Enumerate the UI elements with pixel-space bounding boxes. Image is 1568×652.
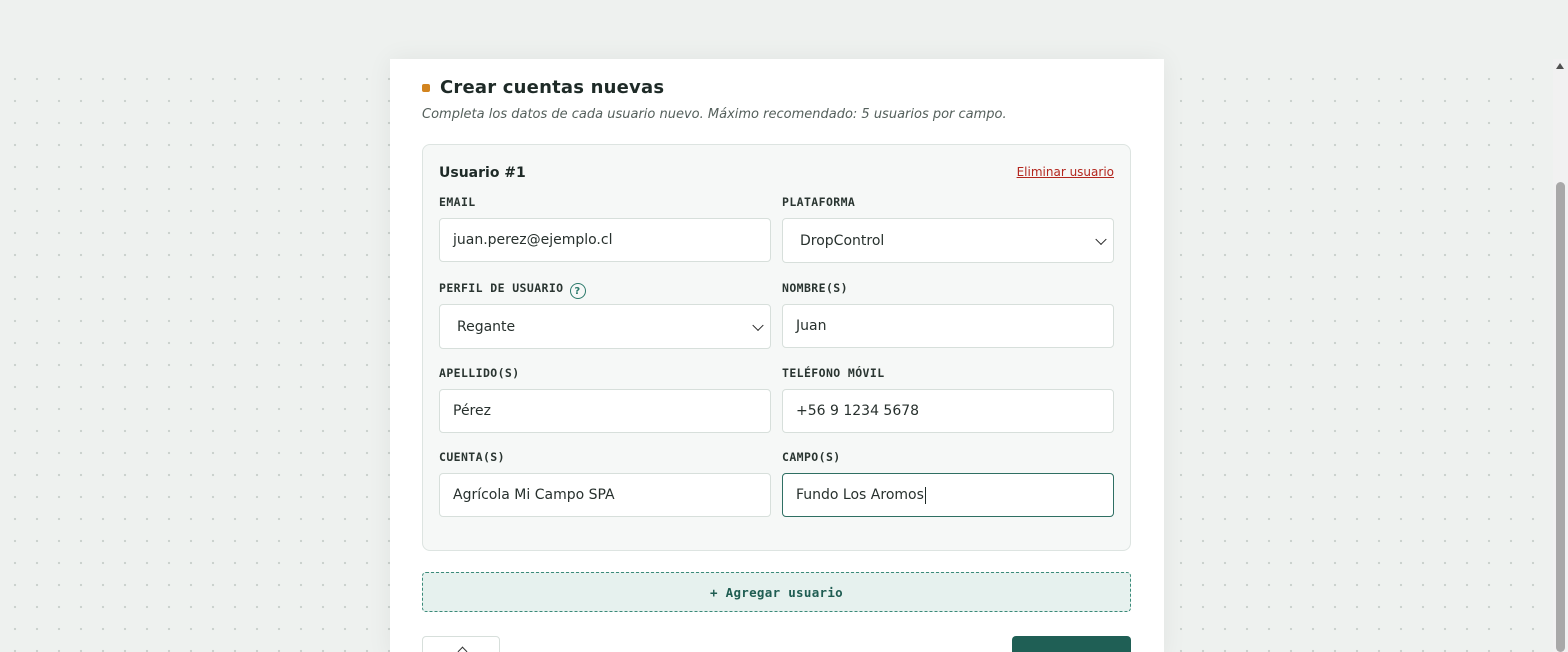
lastname-value: Pérez	[453, 403, 491, 419]
back-button[interactable]	[422, 636, 500, 652]
section-title: Crear cuentas nuevas	[440, 77, 665, 98]
user-heading: Usuario #1	[439, 165, 526, 181]
text-caret	[924, 486, 926, 504]
lastname-input[interactable]: Pérez	[439, 389, 771, 433]
account-label: CUENTA(S)	[439, 450, 505, 464]
email-field-group: EMAIL juan.perez@ejemplo.cl	[439, 194, 771, 262]
phone-input[interactable]: +56 9 1234 5678	[782, 389, 1114, 433]
account-value: Agrícola Mi Campo SPA	[453, 487, 615, 503]
name-input[interactable]: Juan	[782, 304, 1114, 348]
phone-field-group: TELÉFONO MÓVIL +56 9 1234 5678	[782, 365, 1114, 433]
section-header: Crear cuentas nuevas	[422, 77, 664, 98]
scrollbar[interactable]	[1553, 59, 1568, 652]
scroll-up-icon[interactable]	[1556, 63, 1564, 69]
account-input[interactable]: Agrícola Mi Campo SPA	[439, 473, 771, 517]
lastname-field-group: APELLIDO(S) Pérez	[439, 365, 771, 433]
field-value: Fundo Los Aromos	[796, 487, 924, 503]
name-field-group: NOMBRE(S) Juan	[782, 280, 1114, 348]
account-field-group: CUENTA(S) Agrícola Mi Campo SPA	[439, 449, 771, 517]
submit-button[interactable]	[1012, 636, 1131, 652]
field-input[interactable]: Fundo Los Aromos	[782, 473, 1114, 517]
email-input[interactable]: juan.perez@ejemplo.cl	[439, 218, 771, 262]
profile-select[interactable]: Regante	[439, 304, 771, 349]
lastname-label: APELLIDO(S)	[439, 366, 520, 380]
user-card: Usuario #1 Eliminar usuario EMAIL juan.p…	[422, 144, 1131, 551]
chevron-down-icon	[1095, 233, 1107, 245]
section-subtitle: Completa los datos de cada usuario nuevo…	[422, 107, 1007, 122]
bullet-icon	[422, 83, 430, 92]
platform-field-group: PLATAFORMA DropControl	[782, 194, 1114, 263]
profile-label-row: PERFIL DE USUARIO ?	[439, 280, 771, 299]
name-label: NOMBRE(S)	[782, 281, 848, 295]
profile-label: PERFIL DE USUARIO	[439, 281, 564, 295]
field-label: CAMPO(S)	[782, 450, 841, 464]
email-value: juan.perez@ejemplo.cl	[453, 232, 613, 248]
phone-label: TELÉFONO MÓVIL	[782, 366, 885, 380]
help-icon[interactable]: ?	[569, 283, 586, 299]
chevron-down-icon	[752, 319, 764, 331]
platform-label: PLATAFORMA	[782, 195, 856, 209]
profile-value: Regante	[457, 318, 516, 335]
form-card: Crear cuentas nuevas Completa los datos …	[390, 59, 1164, 652]
field-field-group: CAMPO(S) Fundo Los Aromos	[782, 449, 1114, 517]
platform-value: DropControl	[800, 232, 885, 249]
scroll-thumb[interactable]	[1556, 182, 1565, 652]
arrow-up-icon	[457, 646, 468, 652]
delete-user-link[interactable]: Eliminar usuario	[1017, 165, 1114, 179]
email-label: EMAIL	[439, 195, 476, 209]
profile-field-group: PERFIL DE USUARIO ? Regante	[439, 280, 771, 349]
platform-select[interactable]: DropControl	[782, 218, 1114, 263]
add-user-button[interactable]: + Agregar usuario	[422, 572, 1131, 612]
top-band	[0, 0, 1568, 59]
name-value: Juan	[796, 318, 827, 334]
phone-value: +56 9 1234 5678	[796, 403, 920, 419]
